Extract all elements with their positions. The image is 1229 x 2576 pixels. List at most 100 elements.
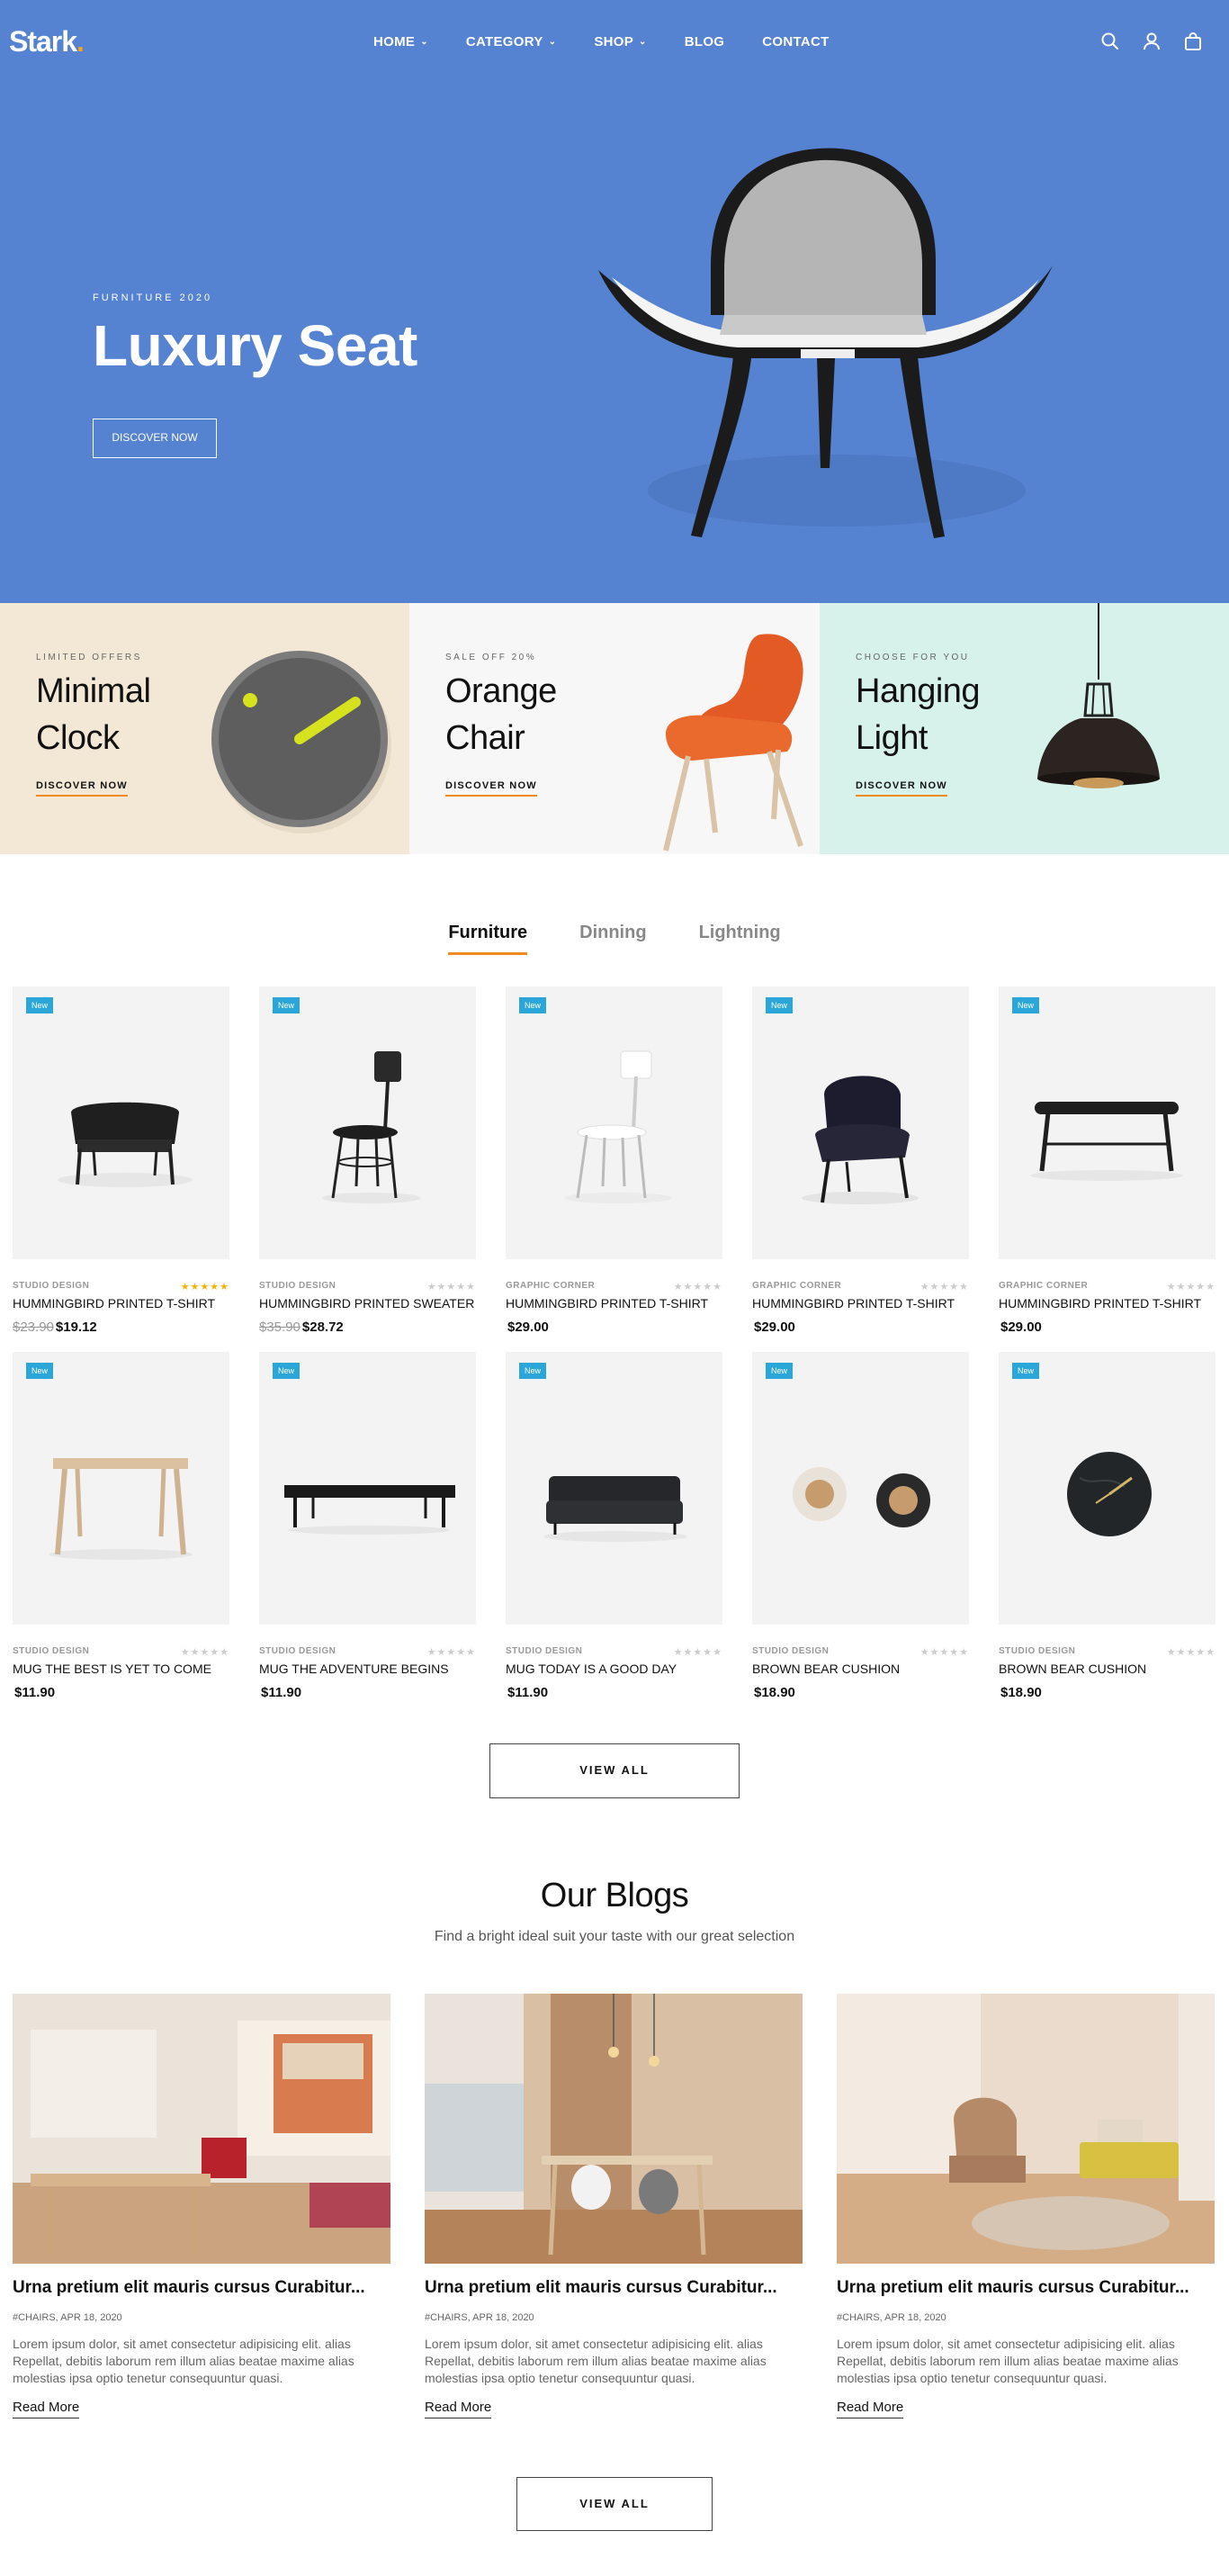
black-armchair-image [58,1102,193,1187]
promo-minimal-clock[interactable]: LIMITED OFFERS Minimal Clock DISCOVER NO… [0,603,409,854]
promo-hanging-light[interactable]: CHOOSE FOR YOU Hanging Light DISCOVER NO… [820,603,1229,854]
product-name[interactable]: HUMMINGBIRD PRINTED SWEATER [259,1296,476,1311]
promo-discover-link[interactable]: DISCOVER NOW [445,780,537,797]
tab-furniture[interactable]: Furniture [448,923,528,955]
nav-shop[interactable]: SHOP ⌄ [594,34,646,50]
old-price: $23.90 [13,1320,54,1335]
product-card: New STUDIO DESIGN ★★★★★ MUG THE ADVENTURE… [259,1352,476,1717]
product-image[interactable]: New [259,1352,476,1625]
product-name[interactable]: HUMMINGBIRD PRINTED T-SHIRT [13,1296,229,1311]
product-image[interactable]: New [752,1352,969,1625]
promo-banners: LIMITED OFFERS Minimal Clock DISCOVER NO… [0,603,1229,854]
blog-title[interactable]: Urna pretium elit mauris cursus Curabitu… [13,2278,390,2298]
blog-title[interactable]: Urna pretium elit mauris cursus Curabitu… [425,2278,803,2298]
product-brand: STUDIO DESIGN [13,1646,90,1656]
product-image[interactable]: New [999,1352,1216,1625]
product-price: $18.90 [999,1685,1216,1700]
current-price: $29.00 [754,1320,795,1335]
blog-image[interactable] [13,1994,390,2264]
header: Stark. HOME ⌄ CATEGORY ⌄ SHOP ⌄ BLOG CONTAC… [0,0,1229,86]
promo-eyebrow: LIMITED OFFERS [36,653,142,662]
clock-image [211,651,391,833]
product-price: $11.90 [13,1685,229,1700]
product-price: $29.00 [506,1320,722,1335]
new-badge: New [273,997,301,1013]
product-name[interactable]: MUG THE BEST IS YET TO COME [13,1662,229,1676]
promo-eyebrow: CHOOSE FOR YOU [856,653,970,662]
product-brand: STUDIO DESIGN [752,1646,830,1656]
blog-post: Urna pretium elit mauris cursus Curabitu… [13,1994,390,2418]
product-brand: GRAPHIC CORNER [506,1281,596,1291]
star-rating: ★★★★★ [426,1647,476,1658]
blog-title[interactable]: Urna pretium elit mauris cursus Curabitu… [837,2278,1215,2298]
product-card: New GRAPHIC CORNER ★★★★★ HUMMINGBIRD PRIN… [506,986,722,1352]
product-price: $29.00 [999,1320,1216,1335]
product-image[interactable]: New [752,986,969,1259]
blog-excerpt: Lorem ipsum dolor, sit amet consectetur … [13,2337,354,2385]
product-name[interactable]: BROWN BEAR CUSHION [999,1662,1216,1676]
product-name[interactable]: HUMMINGBIRD PRINTED T-SHIRT [999,1296,1216,1311]
promo-orange-chair[interactable]: SALE OFF 20% Orange Chair DISCOVER NOW [409,603,820,854]
current-price: $29.00 [507,1320,549,1335]
promo-discover-link[interactable]: DISCOVER NOW [856,780,947,797]
chevron-down-icon: ⌄ [639,37,647,47]
hero-title: Luxury Seat [93,313,417,378]
blog-image[interactable] [837,1994,1215,2264]
current-price: $29.00 [1000,1320,1042,1335]
new-badge: New [766,1363,794,1379]
nav-blog[interactable]: BLOG [685,34,725,50]
read-more-link[interactable]: Read More [425,2400,492,2418]
product-name[interactable]: BROWN BEAR CUSHION [752,1662,969,1676]
cork-jars-image [793,1467,930,1527]
search-icon[interactable] [1099,31,1121,52]
navy-lounge-chair-image [802,1076,919,1204]
product-brand: GRAPHIC CORNER [752,1281,842,1291]
product-price: $29.00 [752,1320,969,1335]
user-icon[interactable] [1141,31,1162,52]
nav-category[interactable]: CATEGORY ⌄ [466,34,556,50]
nav-contact[interactable]: CONTACT [762,34,829,50]
tab-dinning[interactable]: Dinning [579,923,646,955]
read-more-link[interactable]: Read More [13,2400,80,2418]
tab-lightning[interactable]: Lightning [699,923,781,955]
cart-icon[interactable] [1182,31,1204,52]
black-bar-chair-image [322,1051,421,1203]
product-image[interactable]: New [13,986,229,1259]
black-bench-image [1030,1102,1183,1181]
product-name[interactable]: MUG TODAY IS A GOOD DAY [506,1662,722,1676]
hero-chair-image [598,148,1053,538]
product-image[interactable]: New [506,986,722,1259]
blogs-view-all-button[interactable]: VIEW ALL [516,2477,713,2531]
product-name[interactable]: HUMMINGBIRD PRINTED T-SHIRT [506,1296,722,1311]
logo[interactable]: Stark. [9,25,85,59]
product-image[interactable]: New [13,1352,229,1625]
product-image[interactable]: New [999,986,1216,1259]
current-price: $11.90 [14,1685,56,1700]
product-price: $11.90 [259,1685,476,1700]
product-brand: STUDIO DESIGN [259,1646,336,1656]
blog-image[interactable] [425,1994,803,2264]
star-rating: ★★★★★ [920,1282,969,1293]
blog-post: Urna pretium elit mauris cursus Curabitu… [425,1994,803,2418]
product-price: $23.90 $19.12 [13,1320,229,1335]
new-badge: New [26,1363,54,1379]
star-rating: ★★★★★ [673,1647,722,1658]
new-badge: New [26,997,54,1013]
chevron-down-icon: ⌄ [548,37,557,47]
read-more-link[interactable]: Read More [837,2400,904,2418]
nav-home[interactable]: HOME ⌄ [373,34,428,50]
blog-meta: #CHAIRS, APR 18, 2020 [837,2312,946,2323]
product-image[interactable]: New [259,986,476,1259]
blog-list: Urna pretium elit mauris cursus Curabitu… [13,1994,1216,2418]
product-name[interactable]: MUG THE ADVENTURE BEGINS [259,1662,476,1676]
product-image[interactable]: New [506,1352,722,1625]
products-view-all-button[interactable]: VIEW ALL [489,1743,740,1798]
discover-now-button[interactable]: DISCOVER NOW [93,419,217,458]
new-badge: New [273,1363,301,1379]
pendant-lamp-image [1037,603,1160,788]
sofa-image [543,1476,687,1542]
promo-discover-link[interactable]: DISCOVER NOW [36,780,128,797]
product-name[interactable]: HUMMINGBIRD PRINTED T-SHIRT [752,1296,969,1311]
product-card: New STUDIO DESIGN ★★★★★ BROWN BEAR CUSHIO… [999,1352,1216,1717]
product-brand: STUDIO DESIGN [259,1281,336,1291]
